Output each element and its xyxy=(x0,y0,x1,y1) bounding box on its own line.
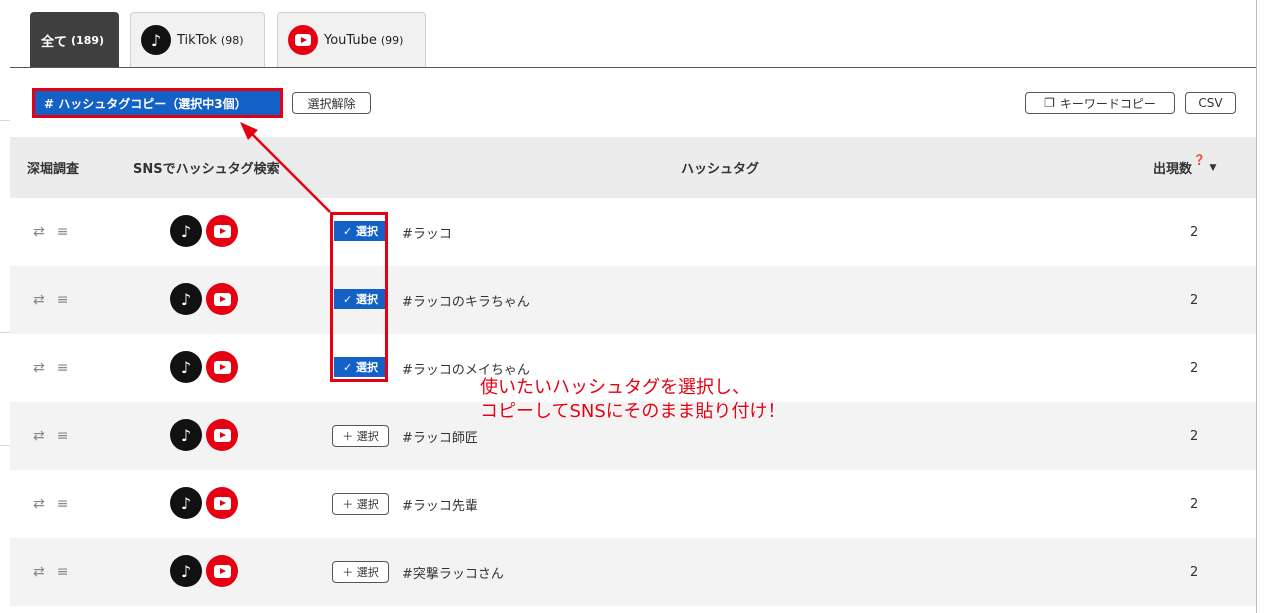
annotation-arrow xyxy=(240,122,331,213)
annotation-line-1: 使いたいハッシュタグを選択し、 xyxy=(480,377,750,398)
annotation-note: 使いたいハッシュタグを選択し、 コピーしてSNSにそのまま貼り付け！ xyxy=(480,376,785,424)
annotation-line-2: コピーしてSNSにそのまま貼り付け！ xyxy=(480,401,786,422)
